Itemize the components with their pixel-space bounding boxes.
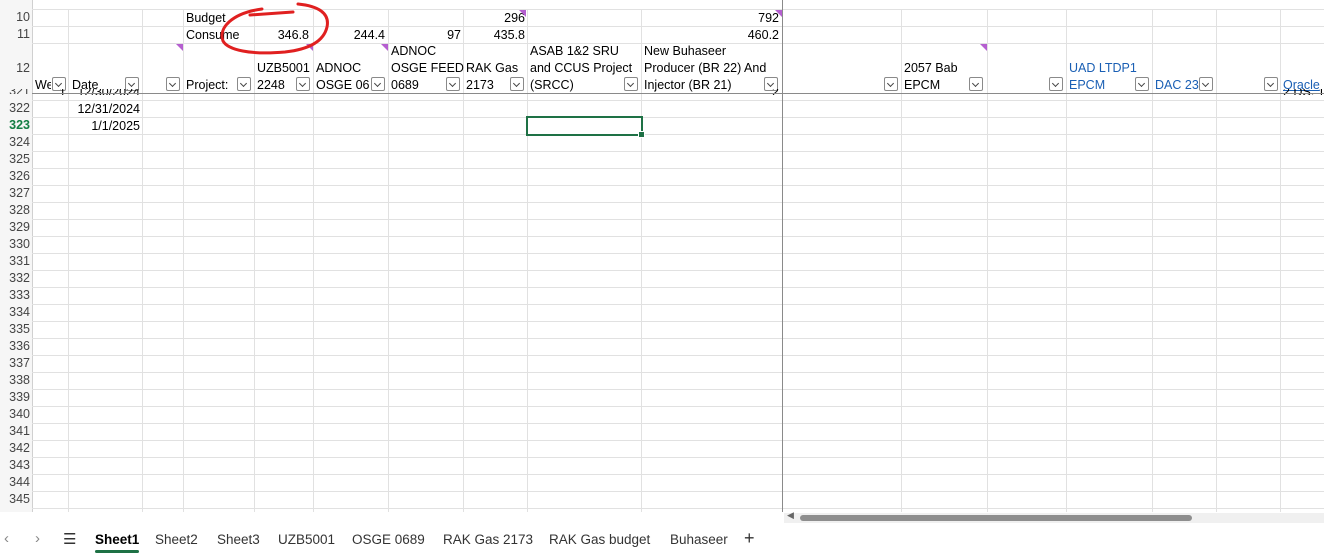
plus-icon[interactable]: + — [744, 528, 755, 549]
horizontal-scrollbar-thumb[interactable] — [800, 515, 1192, 521]
horizontal-scrollbar[interactable]: ◀ — [784, 510, 1324, 523]
sheet-tab[interactable]: UZB5001 — [278, 532, 335, 547]
hamburger-icon[interactable]: ☰ — [63, 530, 76, 548]
sheet-tab[interactable]: Sheet3 — [217, 532, 260, 547]
spreadsheet-grid[interactable]: 1011123213223233243253263273283293303313… — [0, 0, 1324, 512]
sheet-tab[interactable]: RAK Gas 2173 — [443, 532, 533, 547]
scroll-left-icon[interactable]: ◀ — [787, 510, 794, 521]
chevron-left-icon[interactable]: ‹ — [4, 530, 9, 547]
sheet-tab[interactable]: Sheet2 — [155, 532, 198, 547]
chevron-right-icon[interactable]: › — [35, 530, 40, 547]
sheet-tab[interactable]: OSGE 0689 — [352, 532, 425, 547]
sheet-tab-bar: ‹ › ☰ Sheet1 Sheet2 Sheet3 UZB5001 OSGE 0689… — [0, 524, 1324, 556]
sheet-tab[interactable]: RAK Gas budget — [549, 532, 650, 547]
red-circle-annotation — [220, 2, 329, 55]
sheet-tab[interactable]: Buhaseer — [670, 532, 728, 547]
sheet-tab[interactable]: Sheet1 — [95, 532, 140, 553]
